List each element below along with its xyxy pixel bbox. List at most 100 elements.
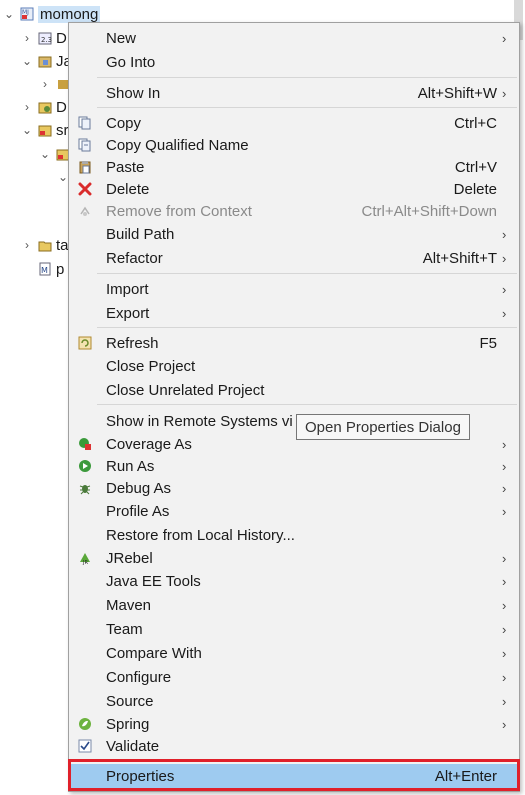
target-folder-icon: [38, 238, 52, 252]
menu-item-java-ee-tools[interactable]: Java EE Tools ›: [69, 570, 519, 592]
jrebel-icon: JR: [77, 550, 93, 566]
svg-text:JR: JR: [82, 560, 88, 565]
menu-item-spring[interactable]: Spring ›: [69, 713, 519, 735]
menu-item-label: Paste: [106, 158, 145, 176]
chevron-right-icon: ›: [502, 503, 507, 519]
menu-item-jrebel[interactable]: JR JRebel ›: [69, 547, 519, 569]
menu-item-label: JRebel: [106, 549, 153, 567]
menu-item-new[interactable]: New ›: [69, 27, 519, 49]
chevron-right-icon: ›: [502, 693, 507, 709]
menu-item-refactor[interactable]: Refactor Alt+Shift+T ›: [69, 247, 519, 269]
chevron-right-icon: ›: [502, 597, 507, 613]
menu-item-label: Show In: [106, 84, 161, 102]
remove-from-context-icon: [77, 203, 93, 219]
copy-icon: [77, 115, 93, 131]
java-resources-icon: [38, 54, 52, 68]
svg-text:2.3: 2.3: [41, 36, 52, 44]
tree-row-label: sr: [56, 121, 69, 139]
deployed-resources-icon: [38, 100, 52, 114]
menu-item-label: Validate: [106, 737, 160, 755]
menu-item-label: Debug As: [106, 479, 172, 497]
menu-item-delete[interactable]: Delete Delete: [69, 178, 519, 200]
chevron-right-icon[interactable]: ›: [20, 31, 34, 45]
menu-item-shortcut: Delete: [453, 180, 497, 198]
menu-item-label: Compare With: [106, 644, 202, 662]
chevron-down-icon[interactable]: ⌄: [20, 54, 34, 68]
menu-item-restore-from-local-history[interactable]: Restore from Local History...: [69, 524, 519, 546]
menu-item-maven[interactable]: Maven ›: [69, 594, 519, 616]
tree-row[interactable]: ⌄ sr: [20, 119, 69, 141]
properties-highlight-frame: [68, 759, 520, 791]
menu-item-label: Coverage As: [106, 435, 192, 453]
paste-icon: [77, 159, 93, 175]
menu-item-compare-with[interactable]: Compare With ›: [69, 642, 519, 664]
menu-item-export[interactable]: Export ›: [69, 302, 519, 324]
run-icon: [77, 458, 93, 474]
menu-item-build-path[interactable]: Build Path ›: [69, 223, 519, 245]
menu-item-label: Close Project: [106, 357, 196, 375]
chevron-right-icon: ›: [502, 305, 507, 321]
menu-item-label: Configure: [106, 668, 172, 686]
menu-item-close-project[interactable]: Close Project: [69, 355, 519, 377]
chevron-right-icon: ›: [502, 436, 507, 452]
menu-item-label: Java EE Tools: [106, 572, 201, 590]
refresh-icon: [77, 335, 93, 351]
menu-item-label: Close Unrelated Project: [106, 381, 265, 399]
chevron-down-icon[interactable]: ⌄: [2, 7, 16, 21]
menu-item-label: Delete: [106, 180, 150, 198]
chevron-right-icon: ›: [502, 550, 507, 566]
menu-item-paste[interactable]: Paste Ctrl+V: [69, 156, 519, 178]
menu-item-profile-as[interactable]: Profile As ›: [69, 500, 519, 522]
menu-item-validate[interactable]: Validate: [69, 735, 519, 757]
menu-item-label: Remove from Context: [106, 202, 252, 220]
svg-text:MJ: MJ: [22, 9, 29, 16]
menu-item-label: New: [106, 29, 137, 47]
tree-row-label: ta: [56, 236, 69, 254]
menu-item-refresh[interactable]: Refresh F5: [69, 332, 519, 354]
tree-row[interactable]: M p: [34, 258, 64, 280]
menu-item-label: Copy: [106, 114, 142, 132]
menu-item-show-in[interactable]: Show In Alt+Shift+W ›: [69, 82, 519, 104]
tree-row[interactable]: ⌄ Ja: [20, 50, 72, 72]
chevron-right-icon: ›: [502, 573, 507, 589]
menu-item-label: Import: [106, 280, 149, 298]
menu-item-label: Show in Remote Systems vi: [106, 412, 293, 430]
chevron-right-icon: ›: [502, 458, 507, 474]
menu-item-label: Spring: [106, 715, 150, 733]
menu-separator: [97, 327, 517, 328]
tree-row-label: p: [56, 260, 65, 278]
chevron-right-icon: ›: [502, 645, 507, 661]
menu-item-import[interactable]: Import ›: [69, 278, 519, 300]
tree-row-label: D: [56, 98, 67, 116]
tree-root-label: momong: [38, 5, 101, 23]
tree-row[interactable]: › D: [20, 96, 67, 118]
menu-item-label: Restore from Local History...: [106, 526, 295, 544]
chevron-right-icon[interactable]: ›: [20, 100, 34, 114]
menu-item-team[interactable]: Team ›: [69, 618, 519, 640]
menu-item-copy-qualified-name[interactable]: Copy Qualified Name: [69, 134, 519, 156]
chevron-down-icon[interactable]: ⌄: [38, 147, 52, 161]
chevron-down-icon[interactable]: ⌄: [20, 123, 34, 137]
menu-item-source[interactable]: Source ›: [69, 690, 519, 712]
debug-icon: [77, 480, 93, 496]
menu-item-configure[interactable]: Configure ›: [69, 666, 519, 688]
chevron-right-icon[interactable]: ›: [20, 238, 34, 252]
menu-separator: [97, 273, 517, 274]
coverage-icon: [77, 436, 93, 452]
tree-row[interactable]: › ta: [20, 234, 69, 256]
chevron-right-icon: ›: [502, 669, 507, 685]
menu-item-debug-as[interactable]: Debug As ›: [69, 477, 519, 499]
chevron-right-icon: ›: [502, 30, 507, 46]
chevron-right-icon[interactable]: ›: [38, 77, 52, 91]
menu-item-run-as[interactable]: Run As ›: [69, 455, 519, 477]
chevron-right-icon: ›: [502, 226, 507, 242]
menu-item-label: Run As: [106, 457, 155, 475]
menu-item-copy[interactable]: Copy Ctrl+C: [69, 112, 519, 134]
tooltip: Open Properties Dialog: [296, 414, 470, 440]
tree-row[interactable]: › 2.3 D: [20, 27, 67, 49]
chevron-right-icon: ›: [502, 716, 507, 732]
menu-item-remove-from-context[interactable]: Remove from Context Ctrl+Alt+Shift+Down: [69, 200, 519, 222]
menu-item-go-into[interactable]: Go Into: [69, 51, 519, 73]
menu-item-close-unrelated-project[interactable]: Close Unrelated Project: [69, 379, 519, 401]
maven-project-icon: MJ: [20, 7, 34, 21]
